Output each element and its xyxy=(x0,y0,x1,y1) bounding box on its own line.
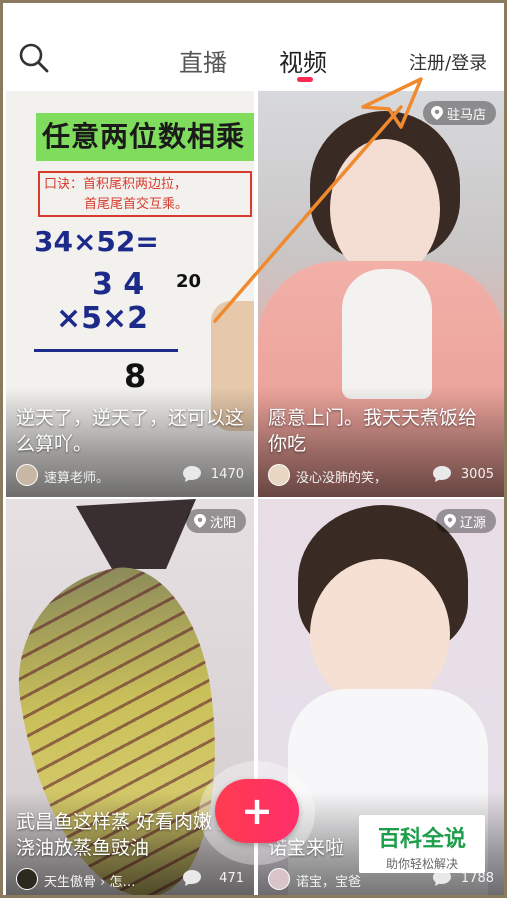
location-pin-icon xyxy=(443,514,456,528)
comment-count: 1788 xyxy=(460,871,494,886)
search-icon[interactable] xyxy=(17,41,51,75)
author-name[interactable]: 速算老师。 xyxy=(44,467,109,486)
plus-icon: + xyxy=(241,789,273,833)
location-pin-icon xyxy=(193,514,206,528)
avatar[interactable] xyxy=(268,868,290,890)
location-label: 辽源 xyxy=(459,515,486,531)
video-meta: 没心没肺的笑， 3005 xyxy=(268,463,494,487)
location-badge: 辽源 xyxy=(435,509,496,533)
tab-live[interactable]: 直播 xyxy=(179,43,227,78)
comment-icon xyxy=(183,870,201,886)
video-card[interactable]: 任意两位数相乘 口诀：首积尾积两边拉， 首尾尾首交互乘。 34×52= 3 4 … xyxy=(6,91,254,497)
author-name[interactable]: 诺宝，宝爸 xyxy=(296,871,361,890)
location-label: 驻马店 xyxy=(446,107,486,123)
video-card[interactable]: 驻马店 愿意上门。我天天煮饭给你吃 没心没肺的笑， 3005 xyxy=(258,91,504,497)
whiteboard-number: ×5×2 xyxy=(56,301,149,336)
comment-count: 1470 xyxy=(210,467,244,482)
avatar[interactable] xyxy=(268,464,290,486)
whiteboard-title: 任意两位数相乘 xyxy=(36,113,254,161)
active-tab-indicator xyxy=(297,77,313,82)
whiteboard-rule: 口诀：首积尾积两边拉， 首尾尾首交互乘。 xyxy=(38,171,252,217)
video-meta: 天生傲骨 › 怎… 471 xyxy=(16,867,244,891)
comment-icon xyxy=(183,466,201,482)
app-screen: 直播 视频 注册/登录 任意两位数相乘 口诀：首积尾积两边拉， 首尾尾首交互乘。… xyxy=(0,0,507,898)
author-name[interactable]: 天生傲骨 › 怎… xyxy=(44,871,135,890)
comment-count: 471 xyxy=(219,871,244,886)
location-badge: 驻马店 xyxy=(422,101,496,125)
white-collar xyxy=(342,269,432,399)
location-badge: 沈阳 xyxy=(185,509,246,533)
whiteboard-rule-line: 首尾尾首交互乘。 xyxy=(84,197,189,212)
whiteboard-equation: 34×52= xyxy=(34,225,159,258)
add-video-button[interactable]: + xyxy=(215,779,299,843)
whiteboard-line xyxy=(34,349,178,352)
watermark-logo: 百科全说 助你轻松解决 xyxy=(359,815,485,873)
avatar[interactable] xyxy=(16,868,38,890)
face-shape xyxy=(310,559,450,709)
video-meta: 速算老师。 1470 xyxy=(16,463,244,487)
video-caption: 愿意上门。我天天煮饭给你吃 xyxy=(268,407,478,455)
face-shape xyxy=(330,139,440,279)
whiteboard-number: 3 4 xyxy=(92,267,145,302)
avatar[interactable] xyxy=(16,464,38,486)
video-caption: 逆天了，逆天了，还可以这么算吖。 xyxy=(16,407,245,455)
whiteboard-side-number: 20 xyxy=(176,271,202,292)
register-login-button[interactable]: 注册/登录 xyxy=(409,49,487,75)
location-label: 沈阳 xyxy=(209,515,236,531)
watermark-subtitle: 助你轻松解决 xyxy=(385,857,458,871)
location-pin-icon xyxy=(430,106,443,120)
comment-count: 3005 xyxy=(460,467,494,482)
tab-video[interactable]: 视频 xyxy=(279,43,327,78)
author-name[interactable]: 没心没肺的笑， xyxy=(296,467,387,486)
watermark-title: 百科全说 xyxy=(377,827,466,852)
comment-icon xyxy=(433,466,451,482)
top-navigation-bar: 直播 视频 注册/登录 xyxy=(3,3,504,91)
whiteboard-rule-line: 口诀：首积尾积两边拉， xyxy=(44,177,188,192)
